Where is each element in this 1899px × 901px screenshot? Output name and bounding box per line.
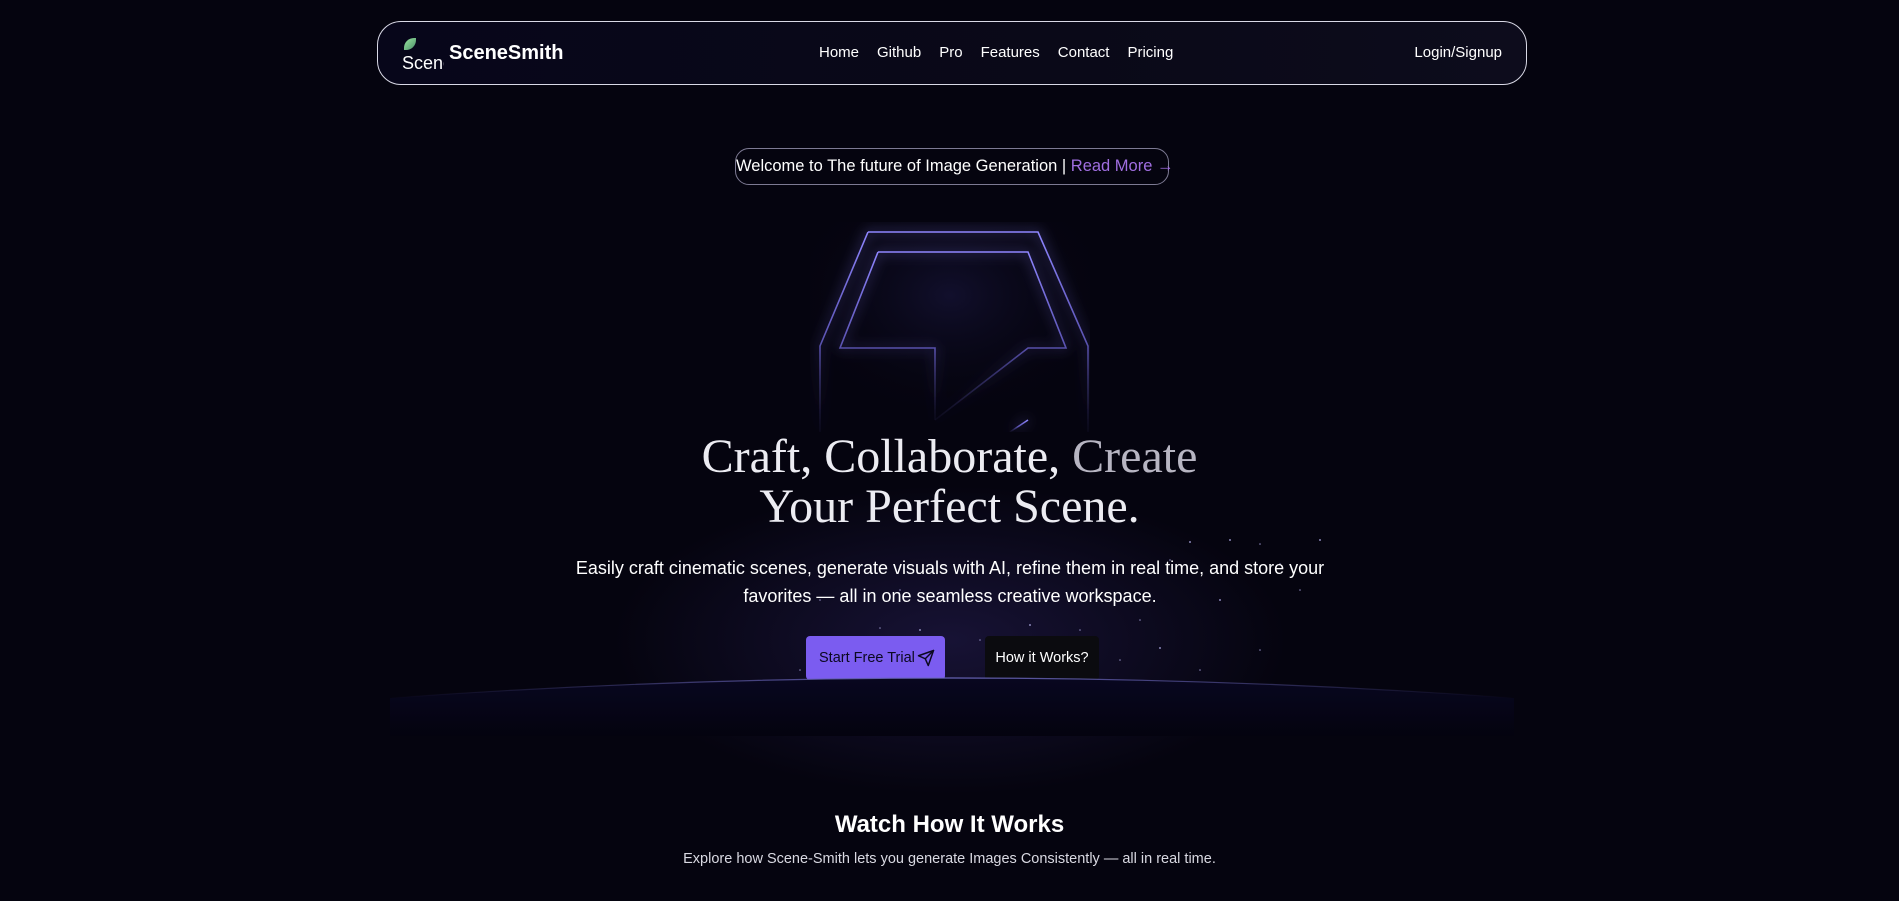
nav-link-pricing[interactable]: Pricing xyxy=(1127,44,1173,62)
start-free-trial-label: Start Free Trial xyxy=(819,650,915,666)
hero-title: Craft, Collaborate, Create Your Perfect … xyxy=(0,432,1899,532)
hero-title-line1-fade: Create xyxy=(1072,430,1198,483)
nav-link-github[interactable]: Github xyxy=(877,44,921,62)
nav-link-home[interactable]: Home xyxy=(819,44,859,62)
navbar: Scene SceneSmith Home Github Pro Feature… xyxy=(377,21,1527,85)
nav-link-contact[interactable]: Contact xyxy=(1058,44,1110,62)
scenesmith-mark-icon xyxy=(810,222,1090,432)
announcement-text: Welcome to The future of Image Generatio… xyxy=(736,157,1071,175)
hero-title-line1: Craft, Collaborate, Create xyxy=(0,432,1899,482)
nav-link-pro[interactable]: Pro xyxy=(939,44,962,62)
section-title: Watch How It Works xyxy=(834,811,1065,838)
hero-title-line1-main: Craft, Collaborate, xyxy=(701,430,1073,483)
nav-links: Home Github Pro Features Contact Pricing xyxy=(819,44,1191,62)
how-it-works-button[interactable]: How it Works? xyxy=(985,636,1099,680)
send-icon xyxy=(917,649,935,667)
logo-alt-text: Scene xyxy=(402,53,444,72)
page: Scene SceneSmith Home Github Pro Feature… xyxy=(0,0,1899,901)
hero-subtitle: Easily craft cinematic scenes, generate … xyxy=(575,558,1325,606)
announcement-badge: Welcome to The future of Image Generatio… xyxy=(735,148,1174,185)
brand-name[interactable]: SceneSmith xyxy=(449,38,563,68)
start-free-trial-button[interactable]: Start Free Trial xyxy=(806,636,945,680)
login-signup-link[interactable]: Login/Signup xyxy=(1414,44,1502,62)
hero-title-line2: Your Perfect Scene. xyxy=(759,480,1140,533)
horizon-arc xyxy=(390,677,1514,736)
logo-image[interactable]: Scene xyxy=(402,34,444,72)
nav-link-features[interactable]: Features xyxy=(981,44,1040,62)
read-more-link[interactable]: Read More → xyxy=(1071,157,1174,175)
section-subtitle: Explore how Scene-Smith lets you generat… xyxy=(683,851,1216,867)
